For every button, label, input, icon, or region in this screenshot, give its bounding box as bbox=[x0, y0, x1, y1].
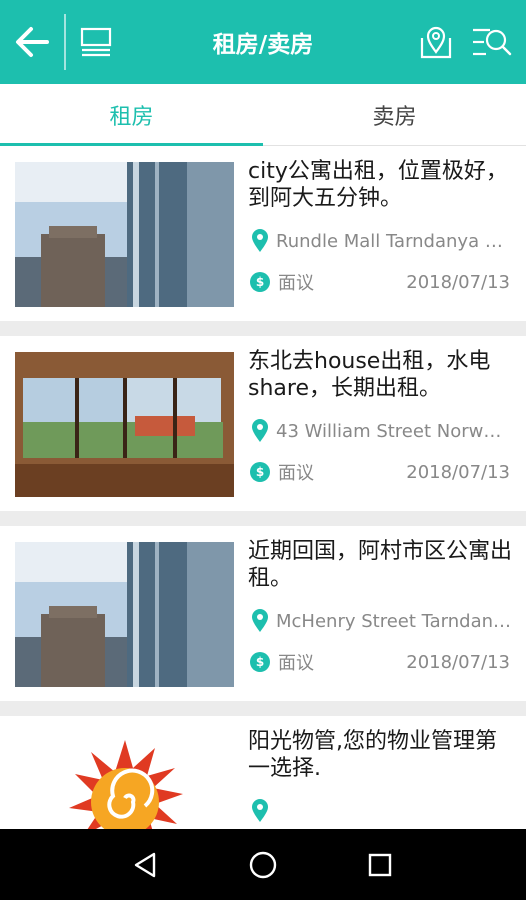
arrow-left-icon bbox=[16, 27, 49, 57]
nav-back-button[interactable] bbox=[106, 829, 186, 900]
search-filter-icon bbox=[473, 28, 512, 56]
page-title: 租房/卖房 bbox=[212, 32, 314, 58]
tab-bar: 租房 卖房 bbox=[0, 84, 526, 146]
address-text: McHenry Street Tarndan… bbox=[276, 610, 512, 632]
listing-title: 阳光物管,您的物业管理第一选择. bbox=[248, 729, 497, 781]
address-text: Rundle Mall Tarndanya … bbox=[276, 230, 503, 252]
circle-home-icon bbox=[249, 851, 277, 878]
list-view-button[interactable] bbox=[76, 22, 116, 62]
listing-thumbnail bbox=[15, 542, 234, 687]
address-text: 43 William Street Norwo… bbox=[276, 420, 512, 442]
listing-card[interactable]: 阳光物管,您的物业管理第一选择. bbox=[0, 716, 526, 829]
nav-recents-button[interactable] bbox=[340, 829, 420, 900]
price-text: 面议 bbox=[278, 273, 314, 294]
listing-address: McHenry Street Tarndan… bbox=[250, 608, 516, 634]
listing-price: $ 面议 bbox=[250, 459, 314, 485]
listing-address bbox=[250, 798, 516, 824]
listing-title: 东北去house出租，水电share，长期出租。 bbox=[248, 349, 491, 401]
dollar-coin-icon: $ bbox=[250, 652, 270, 672]
appbar-divider bbox=[64, 14, 66, 70]
listing-card[interactable]: 近期回国，阿村市区公寓出租。 McHenry Street Tarndan… $… bbox=[0, 526, 526, 701]
tab-rent[interactable]: 租房 bbox=[0, 84, 263, 146]
listing-date: 2018/07/13 bbox=[406, 651, 510, 673]
price-text: 面议 bbox=[278, 653, 314, 674]
dollar-coin-icon: $ bbox=[250, 272, 270, 292]
tab-sale[interactable]: 卖房 bbox=[263, 84, 526, 146]
app-bar: 租房/卖房 bbox=[0, 0, 526, 84]
listing-price: $ 面议 bbox=[250, 649, 314, 675]
listing-thumbnail bbox=[15, 732, 234, 829]
location-pin-icon bbox=[252, 609, 268, 632]
screen: 租房/卖房 租房 卖房 city公寓出租，位置极好，到阿大五分钟。 Rundle… bbox=[0, 0, 526, 900]
map-pin-icon bbox=[420, 26, 452, 59]
location-pin-icon bbox=[252, 419, 268, 442]
map-button[interactable] bbox=[414, 20, 458, 64]
dollar-coin-icon: $ bbox=[250, 462, 270, 482]
list-view-icon bbox=[80, 27, 112, 57]
listing-price: $ 面议 bbox=[250, 269, 314, 295]
square-recents-icon bbox=[368, 853, 392, 876]
system-nav-bar bbox=[0, 829, 526, 900]
listing-card[interactable]: city公寓出租，位置极好，到阿大五分钟。 Rundle Mall Tarnda… bbox=[0, 146, 526, 321]
listing-thumbnail bbox=[15, 162, 234, 307]
search-filter-button[interactable] bbox=[466, 20, 518, 64]
listing-list: city公寓出租，位置极好，到阿大五分钟。 Rundle Mall Tarnda… bbox=[0, 146, 526, 829]
back-button[interactable] bbox=[10, 18, 54, 66]
triangle-back-icon bbox=[134, 852, 156, 877]
location-pin-icon bbox=[252, 799, 268, 822]
listing-date: 2018/07/13 bbox=[406, 271, 510, 293]
listing-address: Rundle Mall Tarndanya … bbox=[250, 228, 516, 254]
location-pin-icon bbox=[252, 229, 268, 252]
listing-address: 43 William Street Norwo… bbox=[250, 418, 516, 444]
listing-thumbnail bbox=[15, 352, 234, 497]
listing-title: city公寓出租，位置极好，到阿大五分钟。 bbox=[248, 159, 508, 211]
listing-card[interactable]: 东北去house出租，水电share，长期出租。 43 William Stre… bbox=[0, 336, 526, 511]
nav-home-button[interactable] bbox=[223, 829, 303, 900]
listing-date: 2018/07/13 bbox=[406, 461, 510, 483]
listing-title: 近期回国，阿村市区公寓出租。 bbox=[248, 539, 513, 591]
price-text: 面议 bbox=[278, 463, 314, 484]
